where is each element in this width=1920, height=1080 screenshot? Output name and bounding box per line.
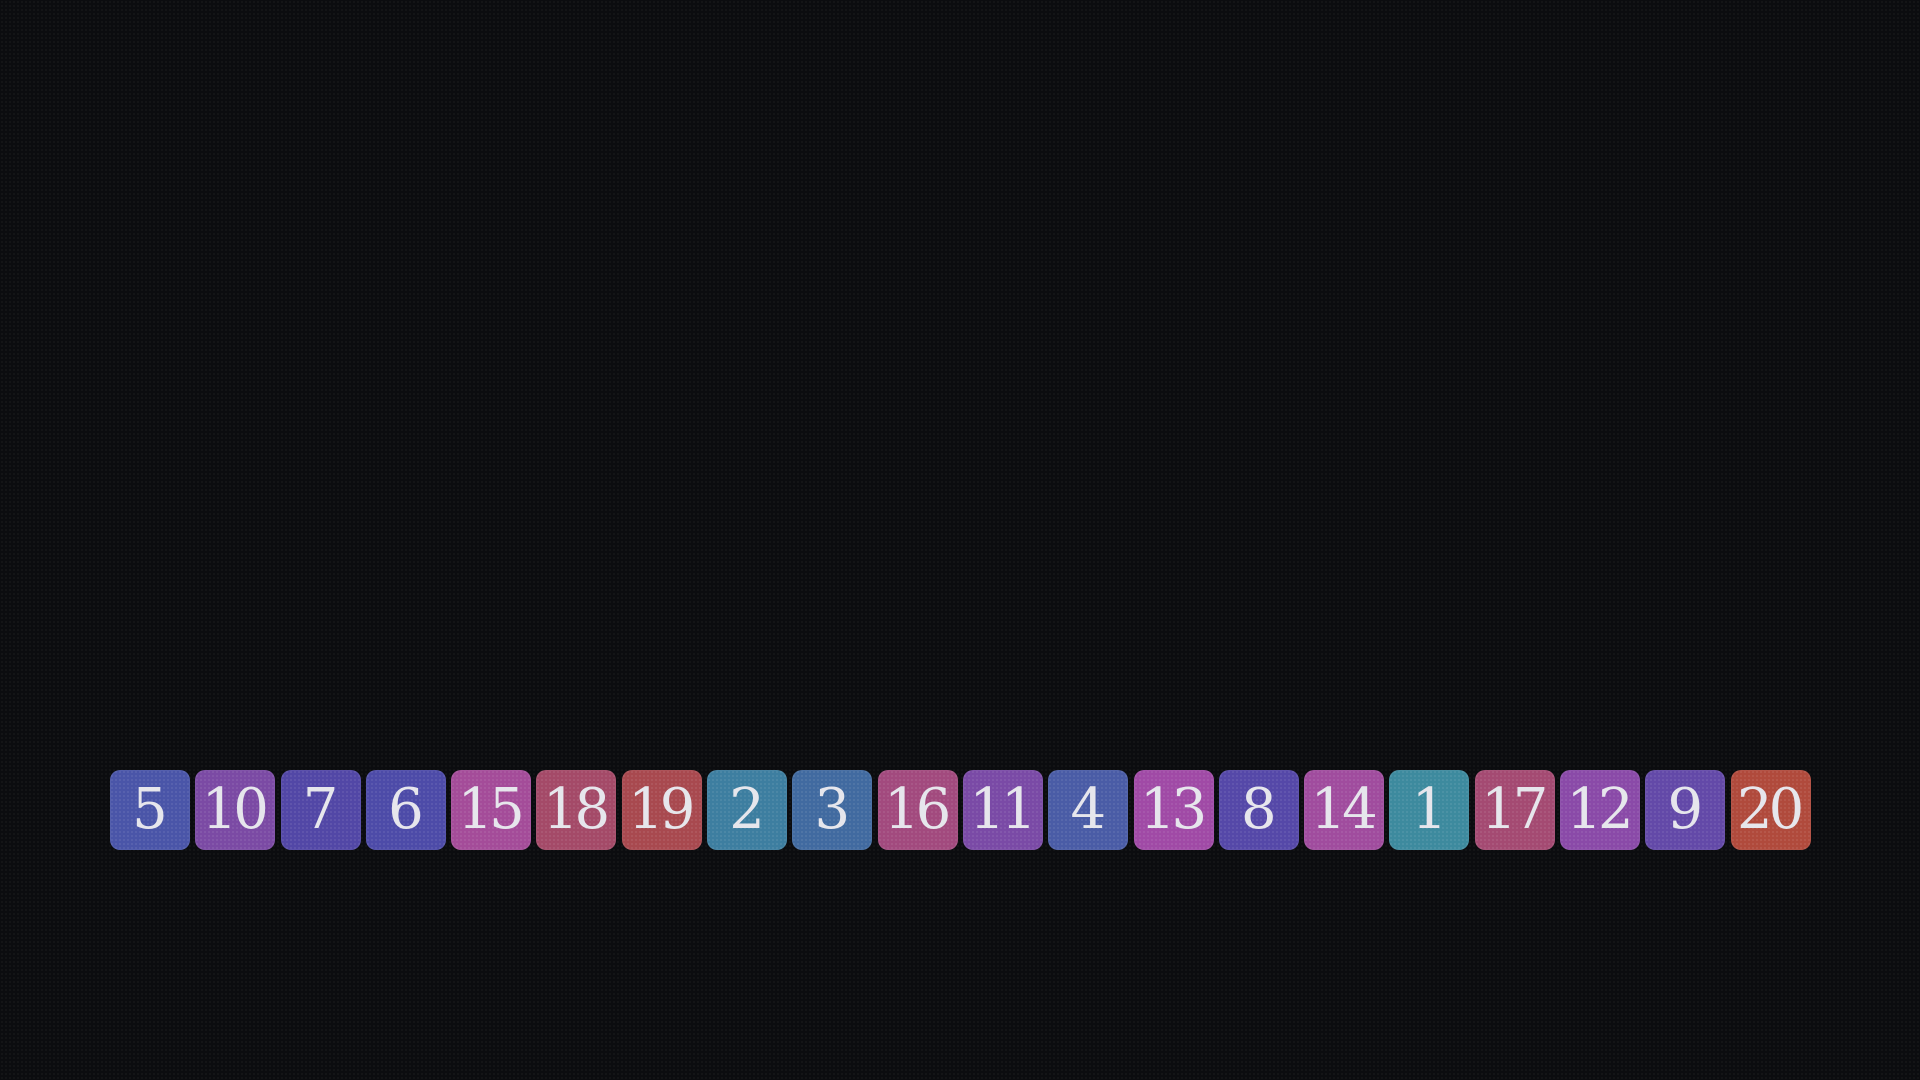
number-tile[interactable]: 1: [1389, 770, 1470, 850]
number-tile[interactable]: 3: [792, 770, 873, 850]
tile-number: 20: [1737, 777, 1804, 842]
number-tile[interactable]: 6: [365, 770, 446, 850]
number-tile[interactable]: 20: [1730, 770, 1811, 850]
number-tile[interactable]: 19: [621, 770, 702, 850]
number-tile[interactable]: 11: [962, 770, 1043, 850]
number-tile[interactable]: 16: [877, 770, 958, 850]
number-tile[interactable]: 15: [451, 770, 532, 850]
tile-number: 19: [628, 777, 695, 842]
tile-number: 12: [1566, 777, 1633, 842]
number-tile[interactable]: 18: [536, 770, 617, 850]
tile-number: 17: [1481, 777, 1548, 842]
tile-number: 7: [302, 777, 339, 842]
tile-number: 10: [201, 777, 269, 842]
tile-number: 6: [388, 777, 424, 842]
tile-number: 14: [1310, 777, 1378, 842]
tile-number: 16: [884, 777, 951, 842]
number-tile[interactable]: 2: [707, 770, 788, 850]
game-board: 5 10 7 6 15 18 19 2 3 16 11 4 13 8 14 1 17 12 9 20: [0, 0, 1920, 1080]
tile-number: 15: [457, 777, 525, 842]
number-tile[interactable]: 13: [1133, 770, 1214, 850]
tile-number: 9: [1667, 777, 1704, 842]
tile-number: 2: [729, 777, 765, 842]
number-tile[interactable]: 12: [1560, 770, 1641, 850]
number-tile[interactable]: 8: [1218, 770, 1299, 850]
tile-number: 18: [542, 777, 610, 842]
tile-number: 4: [1070, 777, 1106, 842]
number-tile[interactable]: 10: [195, 770, 276, 850]
tile-number: 11: [969, 777, 1036, 842]
number-tile[interactable]: 9: [1645, 770, 1726, 850]
number-tile[interactable]: 7: [280, 770, 361, 850]
tile-number: 1: [1411, 777, 1448, 842]
number-tile[interactable]: 17: [1474, 770, 1555, 850]
tile-number: 13: [1139, 777, 1207, 842]
number-tile[interactable]: 4: [1048, 770, 1129, 850]
number-tile[interactable]: 14: [1304, 770, 1385, 850]
tile-number: 5: [132, 777, 168, 842]
tile-row: 5 10 7 6 15 18 19 2 3 16 11 4 13 8 14 1 17 12 9 20: [110, 770, 1811, 850]
tile-number: 8: [1241, 777, 1277, 842]
number-tile[interactable]: 5: [110, 770, 190, 850]
tile-number: 3: [814, 777, 851, 842]
